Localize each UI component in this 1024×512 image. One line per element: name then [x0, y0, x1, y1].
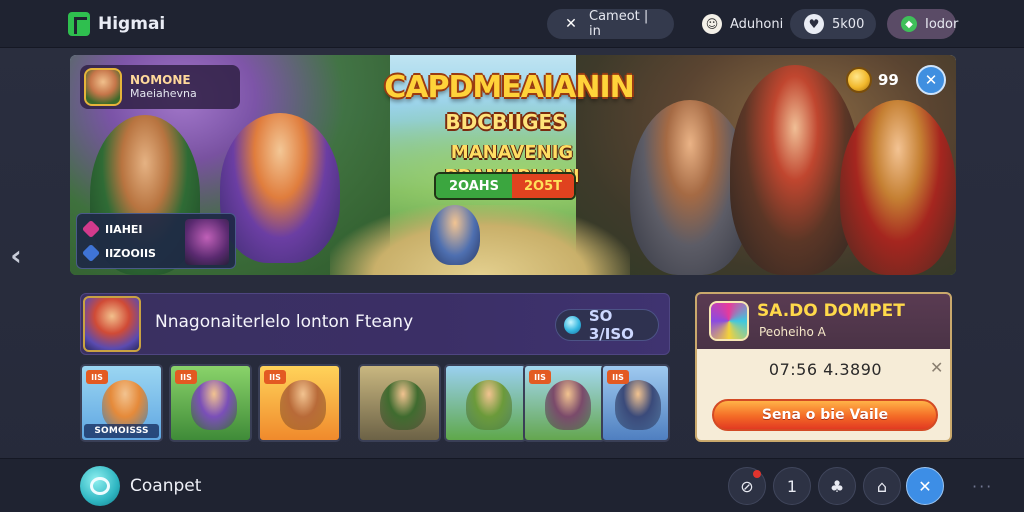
wallet-panel-subtitle: Peoheiho A — [759, 325, 826, 339]
vehicle-button[interactable]: ⌂ — [863, 467, 901, 505]
hero-stats-panel[interactable]: IIAHEI IIZOOIIS — [76, 213, 236, 269]
card-tag: IIS — [607, 370, 629, 384]
hero-title: CAPDMEAIANIN — [384, 70, 634, 105]
more-dots-icon[interactable]: ··· — [972, 477, 993, 496]
game-card-list: IIS SOMOISSS IIS IIS IIS IIS — [80, 364, 670, 442]
game-card[interactable]: IIS SOMOISSS — [80, 364, 163, 442]
top-bar: Higmai ✕ Cameot | in ☺ Aduhoni ♥ 5k00 ◆ … — [0, 0, 1024, 48]
topbar-pill-label: Cameot | in — [589, 9, 649, 39]
chat-label: Coanpet — [130, 476, 202, 496]
card-tag: IIS — [86, 370, 108, 384]
topbar-pill-label: 5k00 — [832, 16, 865, 32]
promo-avatar — [83, 296, 141, 352]
party-icon: ♣ — [829, 476, 845, 496]
chevron-left-icon[interactable]: ‹ — [4, 238, 28, 272]
card-tag: IIS — [264, 370, 286, 384]
promo-text: Nnagonaiterlelo lonton Fteany — [155, 312, 414, 332]
diamond-icon — [564, 316, 581, 334]
hero-stat-label: IIAHEI — [105, 222, 143, 236]
brand[interactable]: Higmai — [68, 10, 165, 38]
card-character — [466, 380, 512, 430]
hero-user-sub: Maeiahevna — [130, 87, 197, 100]
card-character — [615, 380, 661, 430]
ruby-gem-icon — [81, 219, 101, 239]
game-card[interactable]: IIS — [169, 364, 252, 442]
card-character — [280, 380, 326, 430]
car-icon: ⌂ — [876, 476, 888, 496]
sapphire-gem-icon — [81, 243, 101, 263]
card-character — [380, 380, 426, 430]
hero-coin-value: 99 — [878, 71, 899, 89]
notification-dot — [753, 470, 761, 478]
hero-character-brawler — [220, 113, 340, 263]
card-tag: IIS — [175, 370, 197, 384]
hero-user-card[interactable]: NOMONE Maeiahevna — [80, 65, 240, 109]
search-icon: ⊘ — [740, 476, 754, 496]
shield-gem-icon — [709, 301, 749, 341]
wallet-panel-value: 07:56 4.3890 — [768, 360, 883, 379]
hero-user-name: NOMONE — [130, 73, 191, 87]
game-card[interactable]: IIS — [601, 364, 670, 442]
hero-banner[interactable]: CAPDMEAIANIN BDCBIIGES MANAVENIG PRAMABL… — [70, 55, 956, 275]
swords-active-icon: ✕ — [918, 476, 932, 496]
promo-row[interactable]: Nnagonaiterlelo lonton Fteany SO 3/ISO — [80, 293, 670, 355]
hero-date-badge[interactable]: 2OAHS 2O5T — [434, 172, 576, 200]
coin-icon — [846, 67, 872, 93]
card-character — [191, 380, 237, 430]
wallet-panel-header: SA.DO DOMPET Peoheiho A — [697, 294, 950, 349]
wallet-panel: SA.DO DOMPET Peoheiho A 07:56 4.3890 ✕ S… — [695, 292, 952, 442]
hero-coin-counter: 99 — [846, 65, 910, 95]
topbar-pill-hearts[interactable]: ♥ 5k00 — [790, 9, 876, 39]
card-tag: IIS — [529, 370, 551, 384]
chat-bubble-icon — [80, 466, 120, 506]
hero-badge-right: 2O5T — [512, 174, 574, 198]
game-card[interactable]: IIS — [258, 364, 341, 442]
topbar-pill-label: Aduhoni — [730, 16, 784, 32]
card-character — [102, 380, 148, 430]
topbar-pill-label: Iodor — [925, 16, 959, 32]
chat-launcher[interactable]: Coanpet — [80, 465, 201, 507]
card-label: SOMOISSS — [84, 424, 159, 438]
topbar-pill-gems[interactable]: ◆ Iodor — [887, 9, 959, 39]
swords-icon: ✕ — [565, 16, 577, 32]
heart-icon: ♥ — [804, 14, 824, 34]
card-character — [545, 380, 591, 430]
wallet-panel-title: SA.DO DOMPET — [757, 301, 905, 321]
avatar — [84, 68, 122, 106]
hero-stat-label: IIZOOIIS — [105, 246, 156, 260]
promo-price: SO 3/ISO — [588, 307, 634, 343]
brand-name: Higmai — [98, 14, 166, 34]
topbar-pill-battle[interactable]: ✕ Cameot | in — [547, 9, 674, 39]
hero-character-viking — [840, 100, 956, 275]
hero-character-small — [430, 205, 480, 265]
gem-icon: ◆ — [901, 16, 917, 32]
close-icon[interactable]: ✕ — [930, 358, 943, 377]
battle-button[interactable]: ✕ — [906, 467, 944, 505]
game-card[interactable] — [358, 364, 441, 442]
hero-badge-left: 2OAHS — [436, 174, 512, 198]
search-notification-button[interactable]: ⊘ — [728, 467, 766, 505]
chef-avatar-icon: ☺ — [702, 14, 722, 34]
game-card[interactable] — [444, 364, 527, 442]
brand-logo-icon — [68, 12, 90, 36]
hero-path — [330, 205, 630, 275]
close-icon[interactable]: ✕ — [916, 65, 946, 95]
party-button[interactable]: ♣ — [818, 467, 856, 505]
game-card[interactable]: IIS — [523, 364, 606, 442]
topbar-pill-profile[interactable]: ☺ Aduhoni — [688, 9, 784, 39]
number-one-icon: 1 — [786, 476, 798, 496]
hero-subtitle: BDCBIIGES — [445, 110, 567, 134]
wallet-cta-button[interactable]: Sena o bie Vaile — [712, 399, 938, 431]
bottom-bar: Coanpet ⊘ 1 ♣ ⌂ ✕ ··· — [0, 458, 1024, 512]
promo-price-button[interactable]: SO 3/ISO — [555, 307, 659, 343]
number-button[interactable]: 1 — [773, 467, 811, 505]
hero-stat-thumbnail — [185, 219, 229, 265]
